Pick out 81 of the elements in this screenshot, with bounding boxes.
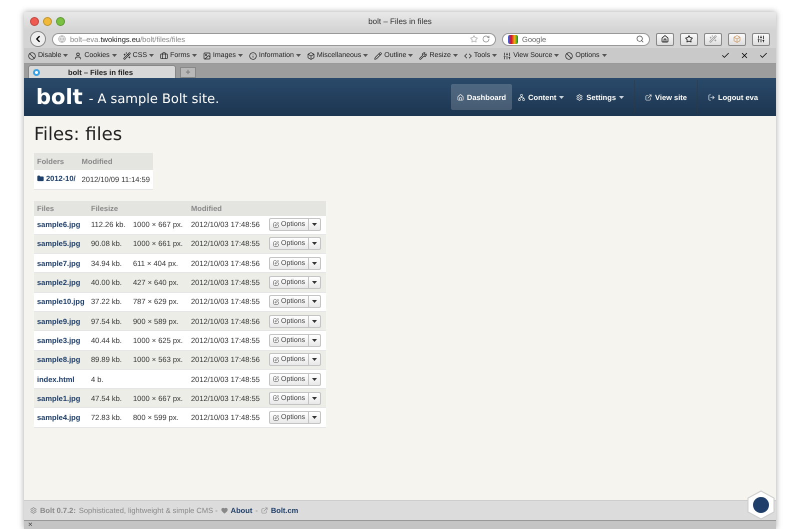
edit-icon	[273, 414, 279, 421]
no-entry-icon	[28, 52, 36, 60]
back-button[interactable]	[30, 31, 46, 47]
check-icon[interactable]	[759, 51, 768, 60]
logout-icon	[708, 94, 715, 100]
options-menu-button[interactable]	[309, 372, 322, 386]
sliders-icon	[503, 52, 512, 60]
caret-icon	[312, 242, 318, 246]
globe-icon	[58, 35, 66, 43]
check-icon[interactable]	[721, 51, 730, 60]
options-menu-button[interactable]	[309, 314, 322, 328]
caret-icon	[312, 338, 318, 342]
options-menu-button[interactable]	[309, 334, 322, 347]
edit-icon	[273, 298, 279, 305]
caret-icon	[312, 281, 318, 284]
home-button[interactable]	[656, 32, 674, 46]
briefcase-icon	[160, 52, 168, 60]
code-icon	[464, 52, 472, 60]
bookmarks-button[interactable]	[680, 32, 698, 46]
gear-icon	[30, 507, 37, 514]
gear-icon	[576, 94, 584, 100]
loading-icon	[33, 68, 40, 76]
edit-icon	[273, 260, 279, 266]
back-icon	[33, 34, 43, 44]
options-menu-button[interactable]	[309, 237, 322, 250]
search-icon	[636, 35, 644, 43]
edit-icon	[273, 240, 279, 247]
info-icon	[248, 52, 257, 60]
cube-icon	[306, 52, 315, 60]
image-icon	[202, 52, 211, 60]
zoom-window-button[interactable]	[56, 16, 65, 26]
search-engine-icon	[508, 34, 518, 44]
wand-icon	[709, 35, 717, 43]
star-icon	[685, 35, 693, 43]
external-link-icon	[260, 507, 268, 514]
edit-icon	[273, 356, 279, 363]
caret-icon	[312, 378, 318, 381]
close-button[interactable]: ×	[28, 521, 33, 529]
reload-icon[interactable]	[482, 35, 490, 43]
no-entry-icon	[565, 52, 574, 60]
caret-icon	[312, 300, 318, 304]
external-link-icon	[645, 94, 652, 100]
edit-icon	[273, 222, 279, 228]
edit-icon	[273, 376, 279, 382]
extension-button[interactable]	[752, 32, 770, 46]
options-menu-button[interactable]	[309, 353, 322, 366]
folder-icon	[37, 175, 44, 182]
caret-icon	[312, 396, 318, 400]
site-tagline: - A sample Bolt site.	[88, 92, 220, 106]
sitemap-icon	[518, 94, 526, 100]
edit-icon	[273, 318, 279, 324]
home-icon	[456, 94, 464, 100]
caret-icon	[312, 223, 318, 226]
caret-icon	[312, 320, 318, 323]
options-menu-button[interactable]	[309, 411, 322, 424]
hexagon-badge-icon[interactable]	[746, 490, 776, 520]
edit-icon	[273, 395, 279, 402]
close-window-button[interactable]	[30, 16, 39, 26]
cube-icon	[733, 35, 741, 43]
wand-icon	[122, 52, 131, 60]
page-title: Files: files	[34, 124, 124, 145]
pencil-icon	[374, 52, 382, 60]
caret-icon	[312, 262, 318, 265]
caret-icon	[312, 358, 318, 362]
sliders-icon	[757, 35, 765, 43]
options-menu-button[interactable]	[309, 256, 322, 270]
caret-icon	[312, 416, 318, 420]
options-menu-button[interactable]	[309, 276, 322, 290]
edit-icon	[273, 337, 279, 344]
edit-icon	[273, 280, 279, 286]
options-menu-button[interactable]	[309, 295, 322, 308]
close-icon[interactable]	[740, 51, 749, 60]
home-icon	[661, 35, 669, 43]
wrench-icon	[419, 52, 428, 60]
heart-icon	[220, 507, 228, 514]
user-icon	[74, 52, 82, 60]
window-title: bolt – Files in files	[368, 16, 432, 26]
star-icon[interactable]	[470, 35, 478, 43]
options-menu-button[interactable]	[309, 392, 322, 405]
options-menu-button[interactable]	[309, 218, 322, 232]
site-logo: bolt	[36, 85, 83, 109]
